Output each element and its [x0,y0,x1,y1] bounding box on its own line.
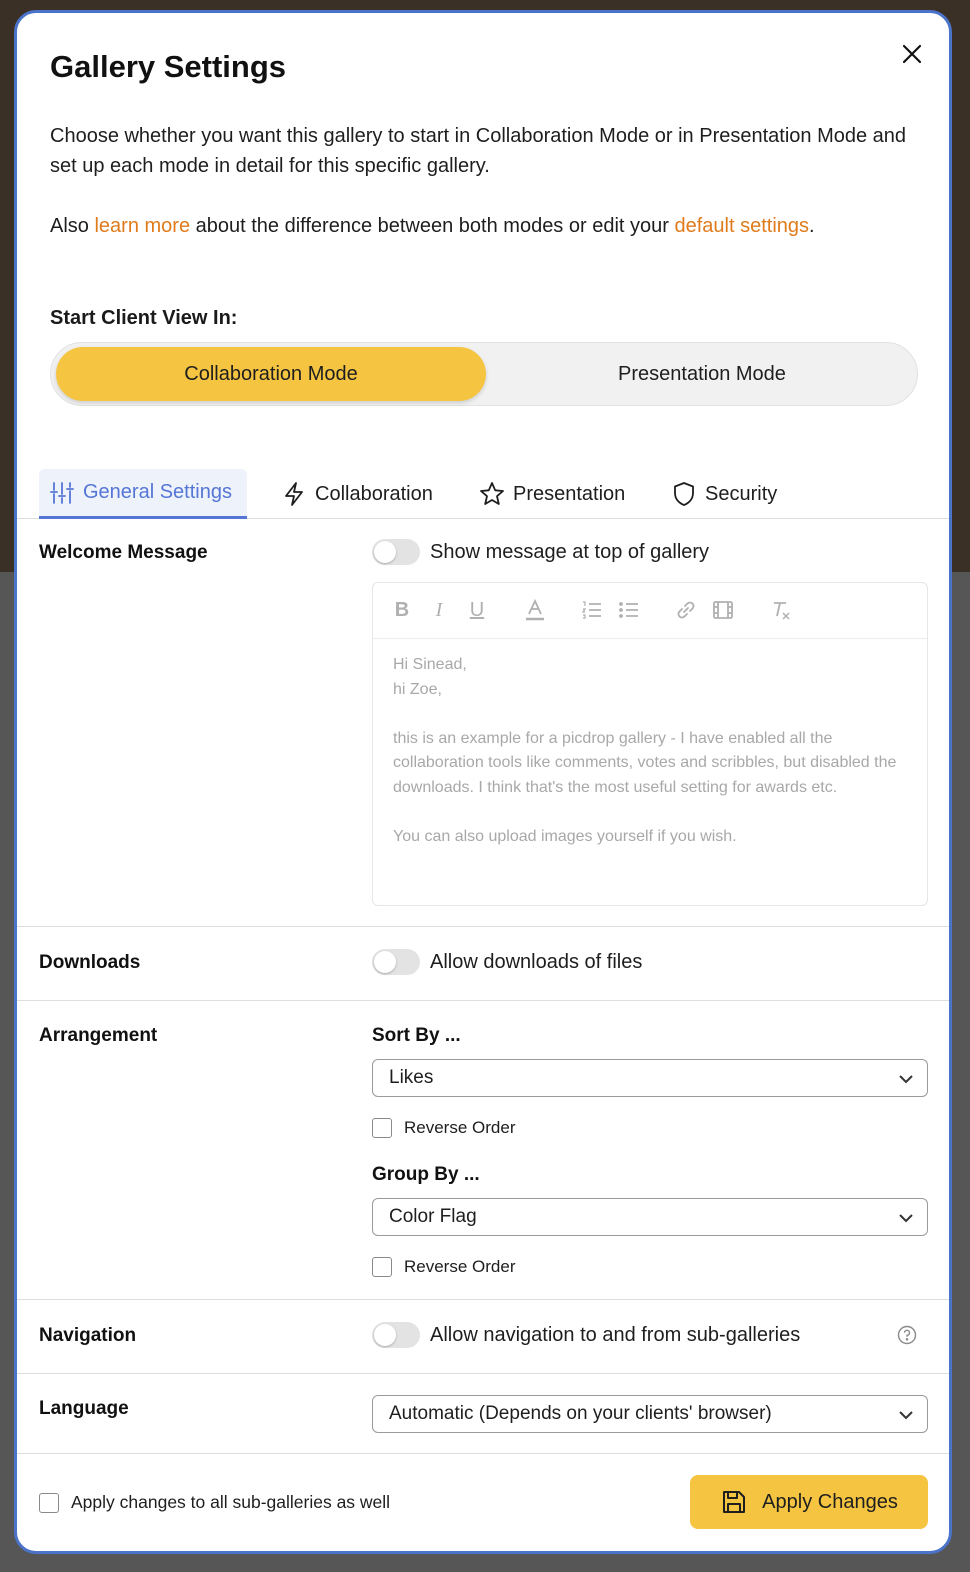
start-view-label: Start Client View In: [50,307,238,329]
intro2-suffix: . [809,215,815,237]
underline-icon[interactable]: U [465,598,489,622]
intro2-middle: about the difference between both modes … [190,215,675,237]
group-by-value: Color Flag [389,1206,477,1227]
learn-more-link[interactable]: learn more [94,215,190,237]
language-label: Language [39,1398,129,1419]
ordered-list-icon[interactable] [580,598,604,622]
close-icon[interactable] [897,39,927,69]
group-reverse-checkbox[interactable] [372,1257,392,1277]
italic-icon[interactable]: I [427,598,451,622]
divider [17,1299,949,1300]
downloads-toggle-label: Allow downloads of files [430,951,643,973]
downloads-label: Downloads [39,952,141,973]
sort-reverse-label: Reverse Order [404,1118,516,1137]
editor-line: this is an example for a picdrop gallery… [393,729,897,796]
navigation-label: Navigation [39,1325,137,1346]
help-icon[interactable] [897,1325,917,1345]
video-icon[interactable] [711,598,735,622]
gallery-settings-modal: Gallery Settings Choose whether you want… [14,10,952,1554]
group-reverse-label: Reverse Order [404,1257,516,1276]
apply-changes-label: Apply Changes [762,1490,898,1513]
arrangement-label: Arrangement [39,1025,158,1046]
text-color-icon[interactable] [523,598,547,622]
sort-reverse-checkbox[interactable] [372,1118,392,1138]
group-by-label: Group By ... [372,1164,480,1185]
editor-toolbar: B I U [373,583,927,639]
bullet-list-icon[interactable] [617,598,641,622]
tab-security[interactable]: Security [661,469,787,519]
welcome-message-toggle[interactable] [372,539,420,565]
divider [17,1453,949,1454]
divider [17,1000,949,1001]
tab-presentation[interactable]: Presentation [469,469,635,519]
link-icon[interactable] [674,598,698,622]
editor-line: You can also upload images yourself if y… [393,827,737,845]
presentation-mode-option[interactable]: Presentation Mode [488,347,916,401]
shield-icon [674,482,694,506]
tab-label: General Settings [83,481,232,503]
navigation-toggle[interactable] [372,1322,420,1348]
editor-body[interactable]: Hi Sinead, hi Zoe, this is an example fo… [393,653,903,849]
editor-line: hi Zoe, [393,680,442,698]
lightning-icon [285,482,303,506]
default-settings-link[interactable]: default settings [674,215,809,237]
sort-reverse-order[interactable]: Reverse Order [372,1118,515,1138]
divider [17,926,949,927]
welcome-message-toggle-label: Show message at top of gallery [430,541,710,563]
intro-text: Choose whether you want this gallery to … [50,125,907,177]
language-select[interactable]: Automatic (Depends on your clients' brow… [372,1395,928,1433]
intro-text-links: Also learn more about the difference bet… [50,211,930,241]
chevron-down-icon [899,1411,913,1420]
welcome-message-label: Welcome Message [39,542,208,563]
language-value: Automatic (Depends on your clients' brow… [389,1403,772,1424]
sort-by-label: Sort By ... [372,1025,461,1046]
apply-all-checkbox[interactable] [39,1492,59,1513]
chevron-down-icon [899,1214,913,1223]
modal-title: Gallery Settings [50,49,287,84]
settings-tabs: General Settings Collaboration Presentat… [17,469,949,519]
chevron-down-icon [899,1075,913,1084]
collaboration-mode-option[interactable]: Collaboration Mode [56,347,486,401]
apply-all-label: Apply changes to all sub-galleries as we… [71,1492,391,1512]
save-icon [723,1491,746,1513]
sort-by-select[interactable]: Likes [372,1059,928,1097]
apply-changes-button[interactable]: Apply Changes [690,1475,928,1529]
tab-label: Security [705,482,778,505]
group-by-select[interactable]: Color Flag [372,1198,928,1236]
group-reverse-order[interactable]: Reverse Order [372,1257,515,1277]
mode-switch: Collaboration Mode Presentation Mode [50,342,918,406]
divider [17,1373,949,1374]
tab-collaboration[interactable]: Collaboration [271,469,443,519]
apply-all-subgalleries[interactable]: Apply changes to all sub-galleries as we… [39,1492,390,1513]
welcome-message-editor[interactable]: B I U Hi Sinead, hi Zoe, this is an exam… [372,582,928,906]
navigation-toggle-label: Allow navigation to and from sub-galleri… [430,1324,801,1346]
downloads-toggle[interactable] [372,949,420,975]
tab-label: Collaboration [315,482,433,505]
tab-label: Presentation [513,482,626,505]
sliders-icon [50,481,74,504]
editor-line [393,702,903,727]
editor-line: Hi Sinead, [393,656,467,673]
clear-format-icon[interactable] [769,598,793,622]
tab-general-settings[interactable]: General Settings [39,469,247,519]
star-icon [480,482,504,505]
intro2-prefix: Also [50,215,95,237]
sort-by-value: Likes [389,1067,434,1088]
editor-line [393,800,903,825]
bold-icon[interactable]: B [390,598,414,622]
